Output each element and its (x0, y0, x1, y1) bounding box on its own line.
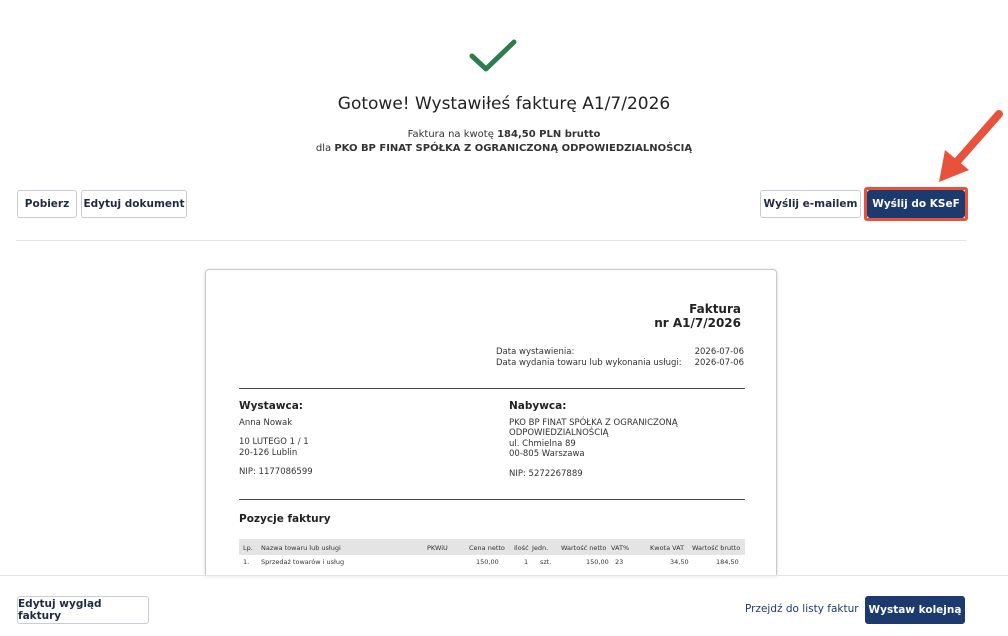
col-lp: Lp. (243, 544, 253, 552)
edit-document-button[interactable]: Edytuj dokument (81, 190, 187, 218)
invoice-title: Faktura nr A1/7/2026 (654, 302, 741, 330)
col-unit: Jedn. (532, 544, 549, 552)
divider (16, 240, 966, 241)
page-title: Gotowe! Wystawiłeś fakturę A1/7/2026 (337, 94, 671, 114)
col-qty: Ilość (514, 544, 529, 552)
col-gross: Wartość brutto (692, 544, 741, 552)
table-row: 1. Sprzedaż towarów i usług 150,00 1 szt… (243, 558, 739, 566)
separator (239, 499, 745, 500)
col-name: Nazwa towaru lub usługi (261, 544, 341, 552)
items-table-header: Lp. Nazwa towaru lub usługi PKWiU Cena n… (239, 539, 745, 555)
invoice-buyer-line: dla PKO BP FINAT SPÓŁKA Z OGRANICZONĄ OD… (315, 143, 693, 154)
col-vat-amount: Kwota VAT (650, 544, 685, 552)
footer-divider (0, 575, 1008, 576)
pointer-arrow-icon (939, 110, 1003, 182)
invoice-preview: Faktura nr A1/7/2026 Data wystawienia: 20… (205, 269, 777, 575)
edit-invoice-layout-button[interactable]: Edytuj wygląd faktury (17, 596, 149, 624)
send-email-button[interactable]: Wyślij e-mailem (760, 190, 861, 218)
seller-block: Wystawca: Anna Nowak 10 LUTEGO 1 / 1 20-… (239, 400, 313, 477)
col-pkwiu: PKWiU (427, 544, 448, 552)
download-button[interactable]: Pobierz (17, 190, 77, 218)
issue-next-button[interactable]: Wystaw kolejną (865, 596, 965, 624)
separator (239, 388, 745, 389)
items-heading: Pozycje faktury (239, 513, 331, 525)
invoice-dates: Data wystawienia: 2026-07-06 Data wydania… (496, 347, 744, 368)
success-check-icon (469, 39, 517, 72)
col-vat: VAT% (611, 544, 630, 552)
invoice-amount-line: Faktura na kwotę 184,50 PLN brutto (407, 129, 601, 140)
buyer-block: Nabywca: PKO BP FINAT SPÓŁKA Z OGRANICZO… (509, 400, 678, 479)
col-net-value: Wartość netto (561, 544, 607, 552)
col-net-price: Cena netto (469, 544, 505, 552)
go-to-invoice-list-link[interactable]: Przejdź do listy faktur (745, 603, 859, 615)
send-ksef-button[interactable]: Wyślij do KSeF (867, 190, 965, 218)
